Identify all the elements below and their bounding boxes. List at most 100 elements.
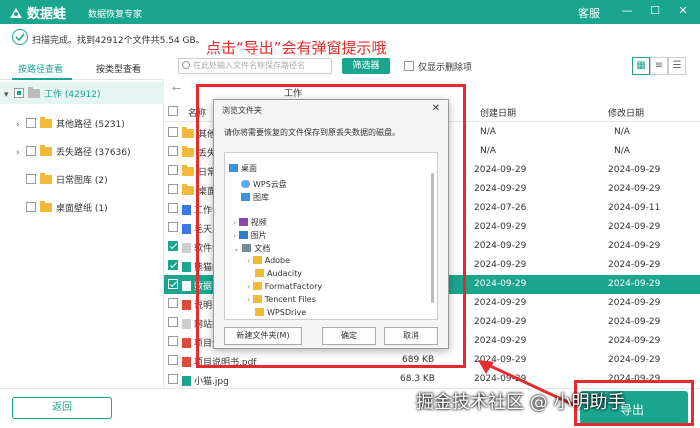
sidebar-tree: ▾ 工作 (42912) › 其他路径 (5231) › 丢失路径 (37636) 日… <box>0 80 164 388</box>
column-header-modified[interactable]: 修改日期 <box>608 106 644 119</box>
created-date: 2024-09-29 <box>474 184 527 194</box>
tree-item-other[interactable]: › 其他路径 (5231) <box>16 112 164 134</box>
search-placeholder: 在此处输入文件名称保存路径名 <box>193 61 305 70</box>
modified-date: 2024-09-29 <box>608 355 661 365</box>
row-checkbox[interactable] <box>168 165 178 175</box>
created-date: 2024-09-29 <box>474 317 527 327</box>
view-tabs: 按路径查看 按类型查看 <box>0 56 164 80</box>
tree-label: 工作 (42912) <box>44 90 101 100</box>
filter-button[interactable]: 筛选器 <box>342 58 390 74</box>
dialog-highlight-box <box>196 84 466 368</box>
modified-date: N/A <box>614 127 630 137</box>
file-name: 小猫.jpg <box>194 377 229 387</box>
created-date: N/A <box>480 127 496 137</box>
tab-by-type[interactable]: 按类型查看 <box>96 62 141 75</box>
checkbox[interactable] <box>26 174 36 184</box>
tree-label: 日常图库 (2) <box>56 176 108 186</box>
created-date: 2024-09-29 <box>474 260 527 270</box>
tree-item-lost[interactable]: › 丢失路径 (37636) <box>16 140 164 162</box>
checkbox[interactable] <box>26 146 36 156</box>
row-checkbox[interactable] <box>168 298 178 308</box>
folder-icon <box>182 165 194 176</box>
created-date: 2024-09-29 <box>474 336 527 346</box>
row-checkbox[interactable] <box>168 260 178 270</box>
close-button[interactable]: ✕ <box>676 4 690 18</box>
tree-item-gallery[interactable]: 日常图库 (2) <box>26 168 164 190</box>
file-icon <box>182 319 191 329</box>
tab-by-path[interactable]: 按路径查看 <box>18 62 63 75</box>
modified-date: N/A <box>614 146 630 156</box>
row-checkbox[interactable] <box>168 203 178 213</box>
created-date: 2024-07-26 <box>474 203 527 213</box>
expand-icon[interactable]: › <box>16 148 26 158</box>
show-deleted-checkbox[interactable] <box>404 61 414 71</box>
toolbar: 在此处输入文件名称保存路径名 筛选器 仅显示删除项 ▦ ≡ ☰ <box>170 56 700 78</box>
folder-icon <box>182 127 194 138</box>
app-logo: 数据蛙 <box>8 3 66 22</box>
row-checkbox[interactable] <box>168 184 178 194</box>
scan-status-text: 扫描完成。找到42912个文件共5.54 GB。 <box>32 36 205 46</box>
row-checkbox[interactable] <box>168 146 178 156</box>
modified-date: 2024-09-29 <box>608 260 661 270</box>
column-header-created[interactable]: 创建日期 <box>480 106 516 119</box>
checkbox[interactable] <box>26 118 36 128</box>
back-button[interactable]: 返回 <box>12 397 112 419</box>
row-checkbox[interactable] <box>168 317 178 327</box>
checkbox[interactable] <box>14 88 24 98</box>
image-file-icon <box>182 376 191 386</box>
row-checkbox[interactable] <box>168 355 178 365</box>
show-deleted-label: 仅显示删除项 <box>418 63 473 73</box>
row-checkbox[interactable] <box>168 374 178 384</box>
row-checkbox[interactable] <box>168 241 178 251</box>
tree-label: 丢失路径 (37636) <box>56 148 131 158</box>
created-date: 2024-09-29 <box>474 222 527 232</box>
doc-file-icon <box>182 224 191 234</box>
row-checkbox[interactable] <box>168 279 178 289</box>
select-all-checkbox[interactable] <box>168 106 178 116</box>
file-icon <box>182 281 191 291</box>
search-input[interactable]: 在此处输入文件名称保存路径名 <box>178 58 332 74</box>
detail-view-icon[interactable]: ☰ <box>668 57 686 75</box>
image-file-icon <box>182 262 191 272</box>
folder-icon <box>182 146 194 157</box>
annotation-text: 点击“导出”会有弹窗提示哦 <box>206 39 387 57</box>
back-arrow-icon[interactable]: ← <box>172 82 181 95</box>
modified-date: 2024-09-11 <box>608 203 661 213</box>
row-checkbox[interactable] <box>168 336 178 346</box>
row-checkbox[interactable] <box>168 222 178 232</box>
folder-icon <box>40 173 52 184</box>
folder-icon <box>40 117 52 128</box>
row-checkbox[interactable] <box>168 127 178 137</box>
folder-icon <box>40 201 52 212</box>
grid-view-icon[interactable]: ▦ <box>632 57 650 75</box>
expand-icon[interactable]: › <box>16 120 26 130</box>
modified-date: 2024-09-29 <box>608 165 661 175</box>
created-date: 2024-09-29 <box>474 241 527 251</box>
support-button[interactable]: 客服 <box>578 5 600 21</box>
frog-logo-icon <box>10 8 22 18</box>
folder-icon <box>182 184 194 195</box>
created-date: 2024-09-29 <box>474 279 527 289</box>
minimize-button[interactable]: — <box>620 4 634 18</box>
modified-date: 2024-09-29 <box>608 222 661 232</box>
modified-date: 2024-09-29 <box>608 298 661 308</box>
created-date: 2024-09-29 <box>474 298 527 308</box>
search-icon <box>182 61 190 69</box>
expand-icon[interactable]: ▾ <box>4 90 14 100</box>
show-deleted-option[interactable]: 仅显示删除项 <box>404 60 472 73</box>
app-title: 数据蛙 <box>27 7 67 22</box>
modified-date: 2024-09-29 <box>608 279 661 289</box>
list-view-icon[interactable]: ≡ <box>650 57 668 75</box>
created-date: 2024-09-29 <box>474 165 527 175</box>
watermark: 掘金技术社区 @ 小明助手 <box>416 392 626 413</box>
tree-item-work[interactable]: ▾ 工作 (42912) <box>0 82 164 104</box>
pdf-file-icon <box>182 357 191 367</box>
checkbox[interactable] <box>26 202 36 212</box>
pdf-file-icon <box>182 300 191 310</box>
modified-date: 2024-09-29 <box>608 184 661 194</box>
pdf-file-icon <box>182 338 191 348</box>
modified-date: 2024-09-29 <box>608 317 661 327</box>
tree-item-wallpaper[interactable]: 桌面壁纸 (1) <box>26 196 164 218</box>
created-date: N/A <box>480 146 496 156</box>
maximize-button[interactable]: ☐ <box>648 4 662 18</box>
